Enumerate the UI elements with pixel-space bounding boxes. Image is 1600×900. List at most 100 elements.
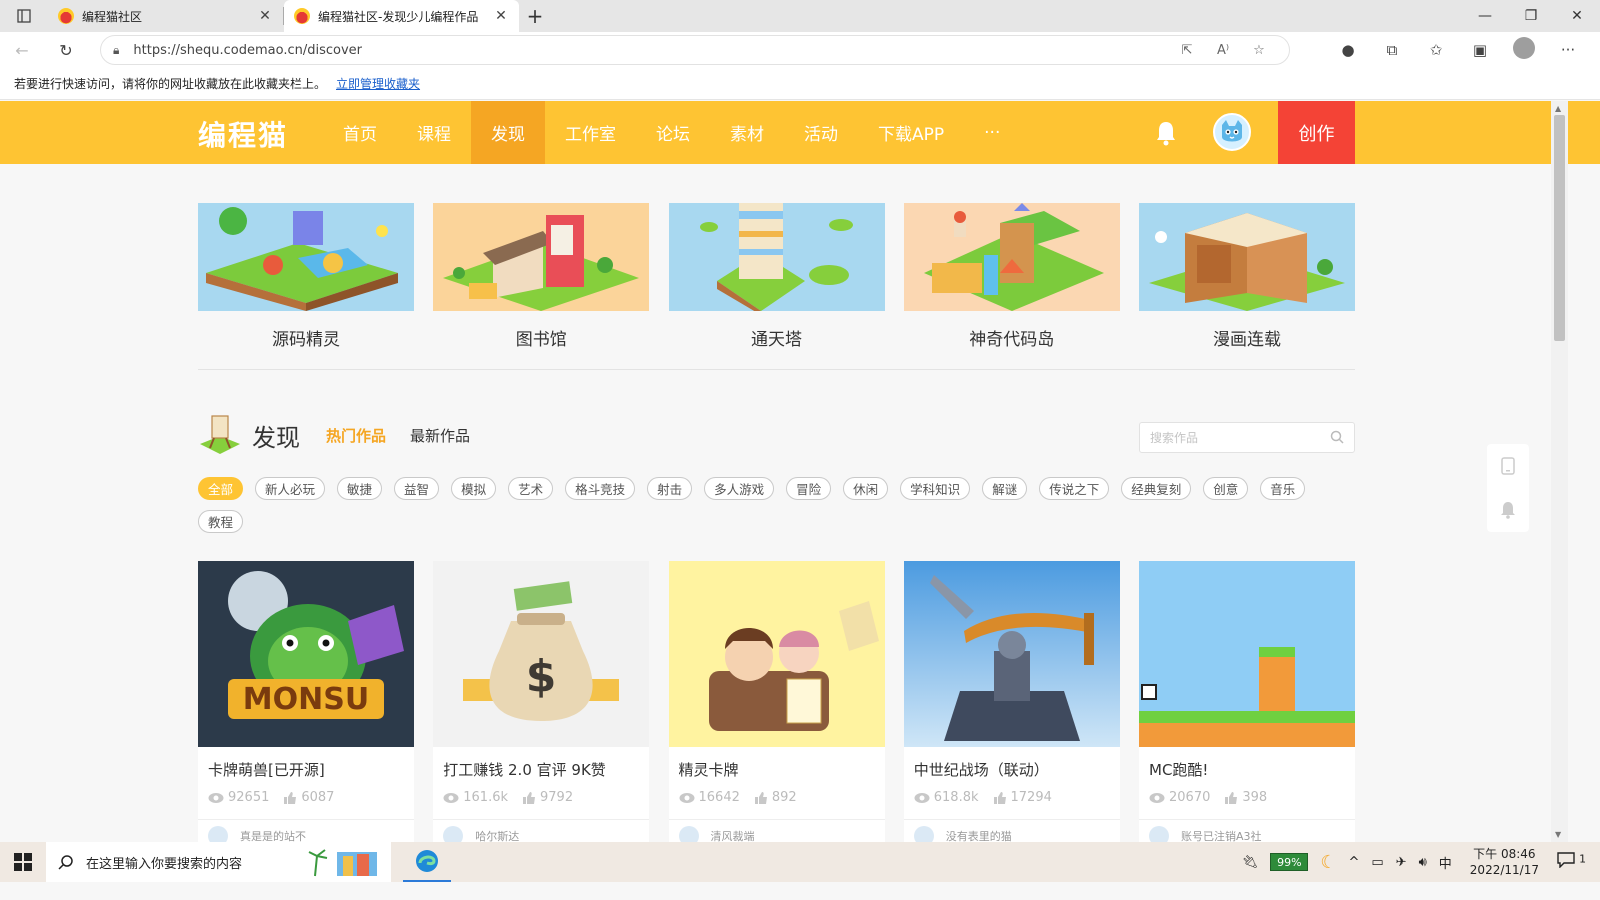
nav-more[interactable]: ··· xyxy=(964,101,1020,164)
search-icon xyxy=(58,855,73,870)
tag-item[interactable]: 创意 xyxy=(1203,477,1249,500)
scroll-up-icon[interactable]: ▲ xyxy=(1555,104,1561,113)
tag-item[interactable]: 格斗竞技 xyxy=(565,477,636,500)
work-title: 精灵卡牌 xyxy=(678,761,739,779)
taskbar-search-hint: 在这里输入你要搜索的内容 xyxy=(86,856,243,872)
nav-studio[interactable]: 工作室 xyxy=(545,101,636,164)
profile-icon[interactable] xyxy=(1502,37,1546,63)
favorites-icon[interactable]: ✩ xyxy=(1414,41,1458,59)
svg-text:MONSU: MONSU xyxy=(243,682,369,717)
work-stats: 92651 6087 xyxy=(198,780,414,805)
work-card[interactable]: MC跑酷! 20670 398 账号已注销A3社 xyxy=(1139,561,1355,851)
feature-code-island[interactable]: 神奇代码岛 xyxy=(903,203,1120,350)
mobile-app-icon[interactable] xyxy=(1487,444,1529,488)
nav-home[interactable]: 首页 xyxy=(323,101,397,164)
work-card[interactable]: 精灵卡牌 16642 892 清风裁端 xyxy=(668,561,885,851)
work-card[interactable]: MONSU 卡牌萌兽[已开源] 92651 6087 真是是的站不 xyxy=(198,561,414,851)
feature-babel-tower[interactable]: 通天塔 xyxy=(668,203,885,350)
search-icon[interactable] xyxy=(1330,430,1344,444)
tab-new-works[interactable]: 最新作品 xyxy=(410,425,470,446)
bell-icon[interactable] xyxy=(1154,119,1178,147)
open-in-app-icon[interactable]: ⇱ xyxy=(1169,43,1205,58)
tag-item[interactable]: 经典复刻 xyxy=(1121,477,1192,500)
close-tab-icon[interactable]: ✕ xyxy=(257,8,273,24)
tag-item[interactable]: 多人游戏 xyxy=(704,477,775,500)
battery-icon[interactable]: ▭ xyxy=(1371,855,1383,870)
collections-icon[interactable]: ▣ xyxy=(1458,41,1502,59)
browser-tab-1[interactable]: 编程猫社区 ✕ xyxy=(48,0,283,32)
feature-comics[interactable]: 漫画连载 xyxy=(1139,203,1355,350)
power-plug-icon[interactable]: 🔌︎ xyxy=(1242,855,1259,870)
tab-actions-icon[interactable] xyxy=(0,0,48,32)
windows-start-icon[interactable] xyxy=(0,842,46,882)
work-card[interactable]: 中世纪战场（联动） 618.8k 17294 没有表里的猫 xyxy=(903,561,1120,851)
feature-source-sprite[interactable]: 源码精灵 xyxy=(198,203,414,350)
add-favorite-icon[interactable]: ☆ xyxy=(1241,43,1277,58)
tag-item[interactable]: 敏捷 xyxy=(337,477,383,500)
close-tab-icon[interactable]: ✕ xyxy=(493,8,509,24)
address-bar-row: ← ↻ 🔒︎ https://shequ.codemao.cn/discover… xyxy=(0,32,1600,68)
tag-item[interactable]: 射击 xyxy=(647,477,693,500)
volume-icon[interactable]: 🔊︎ xyxy=(1419,855,1427,870)
restore-icon[interactable]: ❐ xyxy=(1508,0,1554,32)
tag-all[interactable]: 全部 xyxy=(198,477,244,500)
page-scrollbar[interactable]: ▲ ▼ xyxy=(1551,101,1568,842)
user-avatar[interactable] xyxy=(1213,113,1251,151)
views-count: 618.8k xyxy=(933,790,979,805)
show-hidden-icons[interactable]: ^ xyxy=(1348,855,1359,870)
edge-browser-icon[interactable] xyxy=(403,842,451,882)
back-icon[interactable]: ← xyxy=(0,32,44,68)
tag-item[interactable]: 新人必玩 xyxy=(255,477,326,500)
ime-indicator[interactable]: 中 xyxy=(1439,853,1452,872)
lock-icon: 🔒︎ xyxy=(113,42,120,57)
discover-easel-icon xyxy=(200,415,240,454)
night-mode-icon[interactable]: ☾ xyxy=(1320,852,1336,873)
search-input[interactable] xyxy=(1140,423,1320,452)
battery-indicator[interactable]: 99% xyxy=(1270,853,1309,871)
tag-item[interactable]: 教程 xyxy=(198,510,244,533)
work-card[interactable]: $ 打工赚钱 2.0 官评 9K赞 161.6k 9792 哈尔斯达 xyxy=(433,561,650,851)
manage-favorites-link[interactable]: 立即管理收藏夹 xyxy=(336,75,420,92)
work-title: 中世纪战场（联动） xyxy=(913,761,1049,779)
scroll-down-icon[interactable]: ▼ xyxy=(1555,830,1561,839)
puzzle-extensions-icon[interactable]: ⧉ xyxy=(1370,41,1414,59)
tag-item[interactable]: 解谜 xyxy=(982,477,1028,500)
nav-materials[interactable]: 素材 xyxy=(710,101,784,164)
nav-download-app[interactable]: 下载APP xyxy=(858,101,964,164)
views-stat: 618.8k xyxy=(914,790,979,805)
feature-tiles: 源码精灵 图书馆 通天塔 神奇代码岛 漫画连载 xyxy=(198,203,1355,350)
notification-center-icon[interactable]: 1 xyxy=(1557,852,1586,872)
tag-item[interactable]: 音乐 xyxy=(1260,477,1306,500)
notification-bell-icon[interactable] xyxy=(1487,488,1529,532)
create-button[interactable]: 创作 xyxy=(1278,101,1355,164)
svg-text:$: $ xyxy=(526,651,557,702)
tag-item[interactable]: 冒险 xyxy=(786,477,832,500)
tag-item[interactable]: 益智 xyxy=(394,477,440,500)
taskbar-search[interactable]: 在这里输入你要搜索的内容 xyxy=(46,842,391,882)
tag-item[interactable]: 学科知识 xyxy=(900,477,971,500)
url-field[interactable]: 🔒︎ https://shequ.codemao.cn/discover ⇱ A… xyxy=(100,35,1290,65)
new-tab-button[interactable]: + xyxy=(519,0,551,32)
likes-count: 17294 xyxy=(1010,790,1052,805)
extension-icon[interactable]: ● xyxy=(1326,41,1370,59)
minimize-icon[interactable]: — xyxy=(1462,0,1508,32)
read-aloud-icon[interactable]: A⁾ xyxy=(1205,43,1241,58)
refresh-icon[interactable]: ↻ xyxy=(44,32,88,68)
tag-item[interactable]: 艺术 xyxy=(508,477,554,500)
tag-item[interactable]: 传说之下 xyxy=(1039,477,1110,500)
nav-forum[interactable]: 论坛 xyxy=(636,101,710,164)
more-menu-icon[interactable]: ··· xyxy=(1546,41,1590,59)
browser-tab-2[interactable]: 编程猫社区-发现少儿编程作品 ✕ xyxy=(284,0,519,32)
site-logo[interactable]: 编程猫 xyxy=(198,114,288,154)
nav-events[interactable]: 活动 xyxy=(784,101,858,164)
tag-item[interactable]: 休闲 xyxy=(843,477,889,500)
feature-library[interactable]: 图书馆 xyxy=(433,203,650,350)
close-window-icon[interactable]: ✕ xyxy=(1554,0,1600,32)
tab-hot-works[interactable]: 热门作品 xyxy=(326,425,386,446)
nav-discover[interactable]: 发现 xyxy=(471,101,545,164)
nav-courses[interactable]: 课程 xyxy=(397,101,471,164)
airplane-mode-icon[interactable]: ✈︎ xyxy=(1396,855,1407,870)
tag-item[interactable]: 模拟 xyxy=(451,477,497,500)
scroll-thumb[interactable] xyxy=(1554,115,1565,341)
taskbar-clock[interactable]: 下午 08:46 2022/11/17 xyxy=(1470,846,1539,878)
